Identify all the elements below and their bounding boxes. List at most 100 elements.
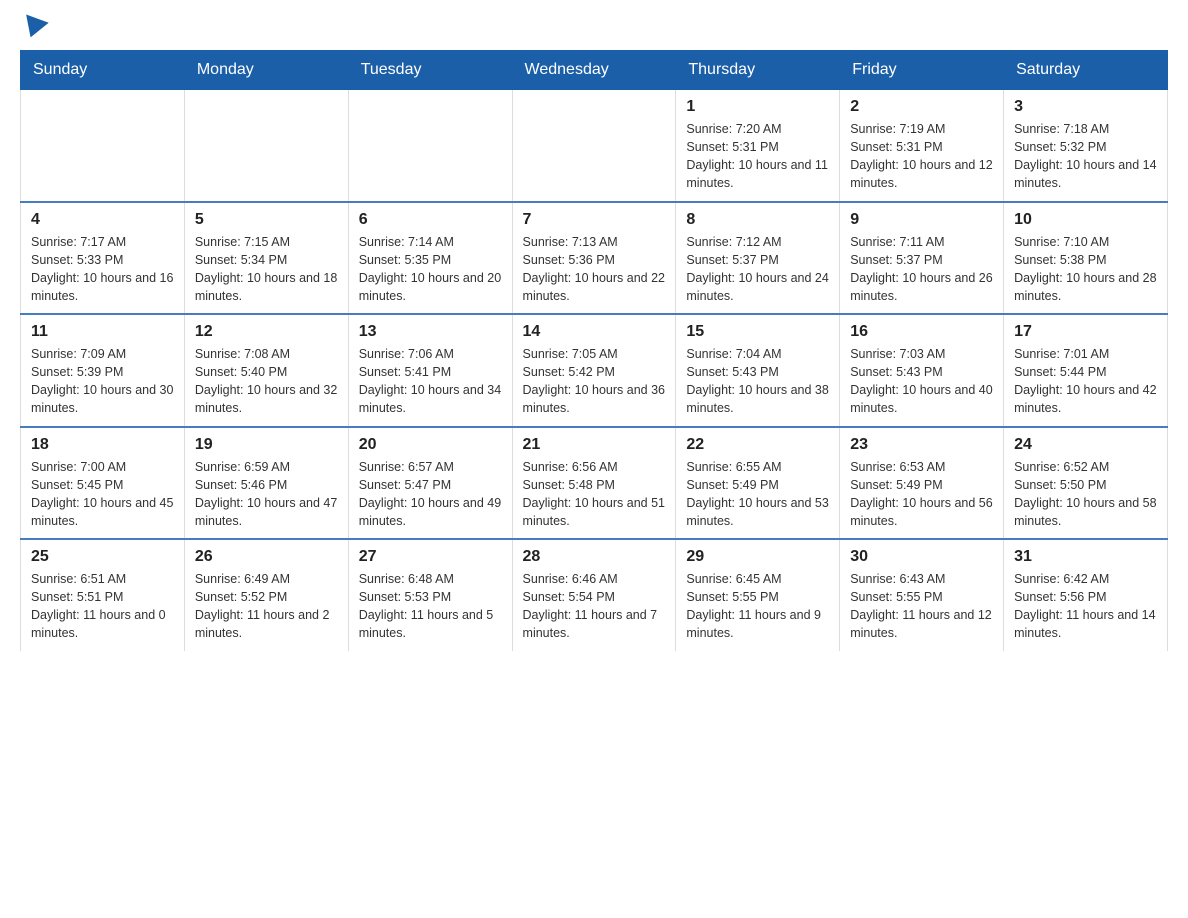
day-number: 24: [1014, 436, 1157, 454]
table-row: 17Sunrise: 7:01 AMSunset: 5:44 PMDayligh…: [1004, 314, 1168, 427]
table-row: 27 Sunrise: 6:48 AMSunset: 5:53 PMDayligh…: [348, 539, 512, 651]
day-info: Sunrise: 7:05 AMSunset: 5:42 PMDaylight:…: [523, 345, 666, 418]
day-number: 3: [1014, 98, 1157, 116]
col-sunday: Sunday: [21, 51, 185, 90]
day-number: 6: [359, 211, 502, 229]
table-row: 15 Sunrise: 7:04 AMSunset: 5:43 PMDayligh…: [676, 314, 840, 427]
table-row: 16Sunrise: 7:03 AMSunset: 5:43 PMDayligh…: [840, 314, 1004, 427]
table-row: 26 Sunrise: 6:49 AMSunset: 5:52 PMDayligh…: [184, 539, 348, 651]
col-wednesday: Wednesday: [512, 51, 676, 90]
day-number: 23: [850, 436, 993, 454]
table-row: 25Sunrise: 6:51 AMSunset: 5:51 PMDayligh…: [21, 539, 185, 651]
day-number: 27: [359, 548, 502, 566]
calendar-week-2: 4 Sunrise: 7:17 AMSunset: 5:33 PMDaylight…: [21, 202, 1168, 315]
table-row: 24 Sunrise: 6:52 AMSunset: 5:50 PMDayligh…: [1004, 427, 1168, 540]
day-number: 15: [686, 323, 829, 341]
page-header: [20, 20, 1168, 40]
table-row: 3 Sunrise: 7:18 AMSunset: 5:32 PMDaylight…: [1004, 90, 1168, 202]
table-row: 2 Sunrise: 7:19 AMSunset: 5:31 PMDaylight…: [840, 90, 1004, 202]
col-tuesday: Tuesday: [348, 51, 512, 90]
day-number: 22: [686, 436, 829, 454]
day-info: Sunrise: 7:17 AMSunset: 5:33 PMDaylight:…: [31, 233, 174, 306]
day-number: 21: [523, 436, 666, 454]
logo: [20, 20, 50, 40]
day-number: 28: [523, 548, 666, 566]
table-row: 6 Sunrise: 7:14 AMSunset: 5:35 PMDaylight…: [348, 202, 512, 315]
day-number: 8: [686, 211, 829, 229]
day-number: 11: [31, 323, 174, 341]
table-row: 5Sunrise: 7:15 AMSunset: 5:34 PMDaylight…: [184, 202, 348, 315]
day-number: 30: [850, 548, 993, 566]
day-number: 31: [1014, 548, 1157, 566]
day-info: Sunrise: 6:43 AMSunset: 5:55 PMDaylight:…: [850, 570, 993, 643]
day-info: Sunrise: 7:04 AMSunset: 5:43 PMDaylight:…: [686, 345, 829, 418]
day-info: Sunrise: 7:14 AMSunset: 5:35 PMDaylight:…: [359, 233, 502, 306]
calendar-week-3: 11 Sunrise: 7:09 AMSunset: 5:39 PMDayligh…: [21, 314, 1168, 427]
table-row: 1 Sunrise: 7:20 AMSunset: 5:31 PMDaylight…: [676, 90, 840, 202]
table-row: 31 Sunrise: 6:42 AMSunset: 5:56 PMDayligh…: [1004, 539, 1168, 651]
day-info: Sunrise: 7:12 AMSunset: 5:37 PMDaylight:…: [686, 233, 829, 306]
table-row: 7Sunrise: 7:13 AMSunset: 5:36 PMDaylight…: [512, 202, 676, 315]
day-number: 18: [31, 436, 174, 454]
logo-text: [20, 20, 50, 40]
day-info: Sunrise: 6:59 AMSunset: 5:46 PMDaylight:…: [195, 458, 338, 531]
day-info: Sunrise: 7:18 AMSunset: 5:32 PMDaylight:…: [1014, 120, 1157, 193]
day-info: Sunrise: 7:11 AMSunset: 5:37 PMDaylight:…: [850, 233, 993, 306]
day-info: Sunrise: 7:09 AMSunset: 5:39 PMDaylight:…: [31, 345, 174, 418]
day-info: Sunrise: 7:19 AMSunset: 5:31 PMDaylight:…: [850, 120, 993, 193]
logo-triangle-icon: [19, 14, 48, 41]
table-row: 11 Sunrise: 7:09 AMSunset: 5:39 PMDayligh…: [21, 314, 185, 427]
day-info: Sunrise: 6:46 AMSunset: 5:54 PMDaylight:…: [523, 570, 666, 643]
day-number: 17: [1014, 323, 1157, 341]
day-number: 19: [195, 436, 338, 454]
table-row: 19 Sunrise: 6:59 AMSunset: 5:46 PMDayligh…: [184, 427, 348, 540]
day-number: 14: [523, 323, 666, 341]
table-row: [348, 90, 512, 202]
day-info: Sunrise: 6:55 AMSunset: 5:49 PMDaylight:…: [686, 458, 829, 531]
day-number: 20: [359, 436, 502, 454]
day-info: Sunrise: 6:52 AMSunset: 5:50 PMDaylight:…: [1014, 458, 1157, 531]
day-info: Sunrise: 6:56 AMSunset: 5:48 PMDaylight:…: [523, 458, 666, 531]
table-row: 28 Sunrise: 6:46 AMSunset: 5:54 PMDayligh…: [512, 539, 676, 651]
col-thursday: Thursday: [676, 51, 840, 90]
table-row: 10Sunrise: 7:10 AMSunset: 5:38 PMDayligh…: [1004, 202, 1168, 315]
table-row: 12 Sunrise: 7:08 AMSunset: 5:40 PMDayligh…: [184, 314, 348, 427]
col-monday: Monday: [184, 51, 348, 90]
day-info: Sunrise: 7:08 AMSunset: 5:40 PMDaylight:…: [195, 345, 338, 418]
calendar-week-1: 1 Sunrise: 7:20 AMSunset: 5:31 PMDaylight…: [21, 90, 1168, 202]
table-row: 18Sunrise: 7:00 AMSunset: 5:45 PMDayligh…: [21, 427, 185, 540]
col-saturday: Saturday: [1004, 51, 1168, 90]
table-row: 13Sunrise: 7:06 AMSunset: 5:41 PMDayligh…: [348, 314, 512, 427]
day-number: 7: [523, 211, 666, 229]
day-info: Sunrise: 6:57 AMSunset: 5:47 PMDaylight:…: [359, 458, 502, 531]
table-row: 20 Sunrise: 6:57 AMSunset: 5:47 PMDayligh…: [348, 427, 512, 540]
calendar-week-4: 18Sunrise: 7:00 AMSunset: 5:45 PMDayligh…: [21, 427, 1168, 540]
day-info: Sunrise: 7:10 AMSunset: 5:38 PMDaylight:…: [1014, 233, 1157, 306]
col-friday: Friday: [840, 51, 1004, 90]
calendar-header-row: Sunday Monday Tuesday Wednesday Thursday…: [21, 51, 1168, 90]
day-info: Sunrise: 6:42 AMSunset: 5:56 PMDaylight:…: [1014, 570, 1157, 643]
day-info: Sunrise: 7:20 AMSunset: 5:31 PMDaylight:…: [686, 120, 829, 193]
day-info: Sunrise: 6:45 AMSunset: 5:55 PMDaylight:…: [686, 570, 829, 643]
day-number: 26: [195, 548, 338, 566]
table-row: [512, 90, 676, 202]
calendar-week-5: 25Sunrise: 6:51 AMSunset: 5:51 PMDayligh…: [21, 539, 1168, 651]
day-number: 5: [195, 211, 338, 229]
day-number: 4: [31, 211, 174, 229]
day-number: 12: [195, 323, 338, 341]
day-info: Sunrise: 6:48 AMSunset: 5:53 PMDaylight:…: [359, 570, 502, 643]
day-info: Sunrise: 6:49 AMSunset: 5:52 PMDaylight:…: [195, 570, 338, 643]
day-number: 29: [686, 548, 829, 566]
table-row: [184, 90, 348, 202]
day-info: Sunrise: 7:06 AMSunset: 5:41 PMDaylight:…: [359, 345, 502, 418]
day-info: Sunrise: 6:51 AMSunset: 5:51 PMDaylight:…: [31, 570, 174, 643]
table-row: 9Sunrise: 7:11 AMSunset: 5:37 PMDaylight…: [840, 202, 1004, 315]
table-row: 22 Sunrise: 6:55 AMSunset: 5:49 PMDayligh…: [676, 427, 840, 540]
day-number: 1: [686, 98, 829, 116]
table-row: 30 Sunrise: 6:43 AMSunset: 5:55 PMDayligh…: [840, 539, 1004, 651]
table-row: 14 Sunrise: 7:05 AMSunset: 5:42 PMDayligh…: [512, 314, 676, 427]
table-row: 23Sunrise: 6:53 AMSunset: 5:49 PMDayligh…: [840, 427, 1004, 540]
calendar-table: Sunday Monday Tuesday Wednesday Thursday…: [20, 50, 1168, 651]
day-number: 2: [850, 98, 993, 116]
day-number: 16: [850, 323, 993, 341]
